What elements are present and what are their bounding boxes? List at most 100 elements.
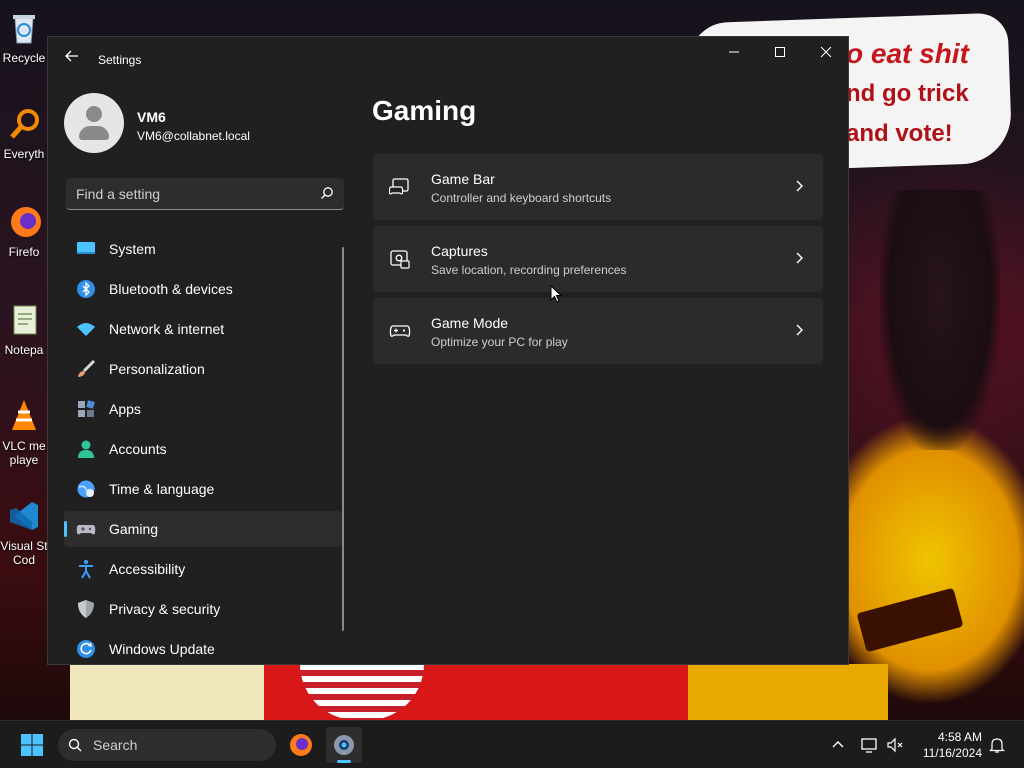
- taskbar-app-firefox[interactable]: [283, 727, 319, 763]
- desktop-icon-label: Everyth: [3, 147, 45, 161]
- sidebar-item-label: Windows Update: [109, 641, 215, 657]
- desktop-icon-recycle-bin[interactable]: Recycle: [0, 10, 48, 65]
- sidebar-item-label: Accessibility: [109, 561, 186, 577]
- taskbar-app-settings[interactable]: [326, 727, 362, 763]
- desktop-icon-label-line-2: Cod: [12, 553, 35, 567]
- card-title: Game Bar: [431, 171, 495, 187]
- captures-icon: [390, 250, 410, 269]
- wallpaper-poster-right: [688, 664, 888, 720]
- sidebar-item-time-language[interactable]: Time & language: [64, 471, 342, 507]
- sidebar-item-label: Time & language: [109, 481, 215, 497]
- clock-time: 4:58 AM: [937, 730, 982, 744]
- notification-bell-icon[interactable]: [988, 736, 1006, 754]
- wallpaper-text-line-3: and vote!: [846, 120, 953, 147]
- taskbar-search-label: Search: [93, 737, 138, 753]
- card-description: Save location, recording preferences: [431, 263, 627, 277]
- wallpaper-text-line-1: o eat shit: [846, 38, 969, 69]
- desktop-icon-firefox[interactable]: Firefo: [0, 204, 48, 259]
- page-title: Gaming: [372, 95, 477, 126]
- sidebar-item-label: Network & internet: [109, 321, 225, 337]
- desktop-icon-vlc[interactable]: VLC me playe: [0, 398, 48, 467]
- sidebar-item-label: Bluetooth & devices: [109, 281, 233, 297]
- accounts-icon: [78, 440, 94, 458]
- desktop-icon-label: Recycle: [2, 51, 46, 65]
- game-bar-icon: [389, 178, 409, 195]
- minimize-icon: [729, 51, 739, 53]
- maximize-icon: [775, 47, 785, 57]
- active-app-indicator: [337, 760, 351, 763]
- desktop-icon-everything[interactable]: Everyth: [0, 106, 48, 161]
- avatar-head: [86, 106, 102, 122]
- paintbrush-icon: [78, 359, 96, 377]
- windows-update-icon: [77, 640, 95, 658]
- wifi-icon: [77, 323, 95, 336]
- chevron-right-icon: [796, 180, 803, 192]
- card-title: Captures: [431, 243, 488, 259]
- window-title: Settings: [98, 53, 142, 67]
- card-title: Game Mode: [431, 315, 509, 331]
- minimize-button[interactable]: [711, 37, 757, 69]
- desktop-icon-label: Firefo: [8, 245, 40, 259]
- desktop-icon-vscode[interactable]: Visual St Cod: [0, 498, 48, 567]
- maximize-button[interactable]: [757, 37, 803, 69]
- sidebar-item-windows-update[interactable]: Windows Update: [64, 631, 342, 664]
- back-button[interactable]: [62, 49, 82, 69]
- bluetooth-icon: [77, 280, 95, 298]
- chevron-right-icon: [796, 252, 803, 264]
- sidebar-item-label: Privacy & security: [109, 601, 221, 617]
- settings-window: Settings VM6 VM6@collabnet.local System …: [47, 36, 849, 665]
- desktop-icon-notepad[interactable]: Notepa: [0, 302, 48, 357]
- sidebar-item-apps[interactable]: Apps: [64, 391, 342, 427]
- sidebar-item-accessibility[interactable]: Accessibility: [64, 551, 342, 587]
- sidebar-item-network[interactable]: Network & internet: [64, 311, 342, 347]
- avatar-body: [79, 126, 109, 140]
- wallpaper-poster-left: [70, 664, 264, 720]
- sidebar-item-personalization[interactable]: Personalization: [64, 351, 342, 387]
- back-arrow-icon: [65, 50, 78, 62]
- chevron-right-icon: [796, 324, 803, 336]
- card-description: Optimize your PC for play: [431, 335, 568, 349]
- wallpaper-pumpkin: [856, 587, 964, 653]
- show-hidden-icons-chevron-up-icon[interactable]: [830, 737, 846, 753]
- volume-muted-icon[interactable]: [886, 736, 904, 754]
- taskbar-search[interactable]: Search: [58, 729, 276, 761]
- title-bar[interactable]: Settings: [48, 37, 848, 81]
- vlc-icon: [12, 400, 36, 430]
- system-clock[interactable]: 4:58 AM 11/16/2024: [912, 729, 982, 761]
- sidebar-item-privacy-security[interactable]: Privacy & security: [64, 591, 342, 627]
- clock-date: 11/16/2024: [922, 746, 982, 760]
- sidebar-item-label: Accounts: [109, 441, 167, 457]
- card-description: Controller and keyboard shortcuts: [431, 191, 612, 205]
- game-mode-icon: [389, 325, 411, 337]
- gamepad-icon: [76, 525, 96, 535]
- start-button[interactable]: [20, 733, 44, 757]
- close-icon: [820, 46, 832, 58]
- mouse-cursor-icon: [550, 285, 562, 303]
- settings-search-box[interactable]: [66, 178, 344, 210]
- sidebar-scrollbar[interactable]: [342, 247, 344, 631]
- sidebar-item-accounts[interactable]: Accounts: [64, 431, 342, 467]
- card-game-mode[interactable]: Game Mode Optimize your PC for play: [373, 298, 823, 364]
- shield-icon: [78, 600, 94, 618]
- sidebar-item-label: Gaming: [109, 521, 159, 537]
- accessibility-icon: [79, 559, 93, 579]
- sidebar-item-system[interactable]: System: [64, 231, 342, 267]
- close-button[interactable]: [803, 37, 848, 69]
- everything-search-icon: [10, 109, 39, 139]
- sidebar-nav: System Bluetooth & devices Network & int…: [64, 231, 342, 664]
- apps-icon: [78, 400, 95, 417]
- sidebar-item-bluetooth[interactable]: Bluetooth & devices: [64, 271, 342, 307]
- desktop-icon-label-line-2: playe: [9, 453, 39, 467]
- sidebar-item-gaming[interactable]: Gaming: [64, 511, 342, 547]
- settings-gear-icon: [334, 735, 354, 755]
- desktop-icon-label: Notepa: [4, 343, 44, 357]
- desktop-icon-label: VLC me: [2, 439, 46, 453]
- desktop-icon-label: Visual St: [0, 539, 48, 553]
- search-icon[interactable]: [320, 186, 334, 200]
- card-captures[interactable]: Captures Save location, recording prefer…: [373, 226, 823, 292]
- avatar[interactable]: [64, 93, 124, 153]
- user-name: VM6: [137, 109, 166, 125]
- card-game-bar[interactable]: Game Bar Controller and keyboard shortcu…: [373, 154, 823, 220]
- search-input[interactable]: [66, 178, 318, 210]
- network-monitor-icon[interactable]: [860, 736, 878, 754]
